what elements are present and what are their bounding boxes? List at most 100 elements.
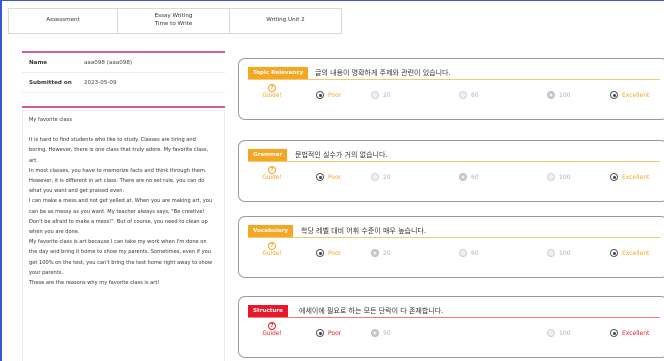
- radio-icon: [459, 249, 467, 257]
- option-label: Poor: [328, 173, 342, 181]
- criterion-card: Vocabulary 학당 레벨 대비 어휘 수준이 매우 높습니다.? Guide…: [238, 216, 664, 278]
- radio-icon: [610, 91, 618, 99]
- criterion-divider: [248, 237, 660, 238]
- option-excellent[interactable]: Excellent: [610, 248, 649, 258]
- option-label: Excellent: [622, 173, 650, 181]
- criterion-card: Grammar 문법적인 실수가 거의 없습니다.? Guide! Poor 20 60 1…: [238, 140, 664, 202]
- option-score-100[interactable]: 100: [547, 248, 570, 258]
- name-row: Name aaa098 (aaa098): [22, 53, 225, 73]
- option-poor[interactable]: Poor: [316, 90, 341, 100]
- guide-button[interactable]: ? Guide!: [259, 322, 285, 338]
- criterion-card: Structure 에세이에 필요로 하는 모든 단락이 다 존재합니다.? Gui…: [238, 296, 664, 358]
- option-score-60[interactable]: 60: [459, 90, 479, 100]
- guide-button[interactable]: ? Guide!: [259, 166, 285, 182]
- option-label: Excellent: [622, 91, 650, 99]
- question-icon: ?: [268, 84, 276, 92]
- criterion-divider: [248, 79, 660, 80]
- option-label: Poor: [328, 329, 342, 337]
- tab-writing-unit[interactable]: Writing Unit 2: [230, 9, 342, 33]
- option-excellent[interactable]: Excellent: [610, 328, 649, 338]
- option-score-20[interactable]: 20: [371, 172, 391, 182]
- option-label: 60: [471, 91, 479, 99]
- option-score-20[interactable]: 20: [371, 248, 391, 258]
- essay-line: boring. However, there is one class that…: [29, 147, 209, 154]
- guide-label: Guide!: [262, 175, 282, 181]
- option-label: 100: [559, 91, 571, 99]
- criterion-badge: Topic Relevancy: [248, 67, 309, 79]
- essay-line: I can make a mess and not get yelled at.…: [29, 198, 213, 205]
- name-value: aaa098 (aaa098): [84, 59, 133, 66]
- option-poor[interactable]: Poor: [316, 172, 341, 182]
- criterion-badge: Structure: [248, 305, 288, 317]
- guide-label: Guide!: [262, 331, 282, 337]
- essay-line: In most classes, you have to memorize fa…: [29, 167, 207, 174]
- option-score-20[interactable]: 20: [371, 90, 391, 100]
- essay-title: My favorite class: [29, 117, 72, 123]
- essay-line: My favorite class is art because I can t…: [29, 239, 207, 246]
- radio-icon: [316, 173, 324, 181]
- essay-line: the day and bring it home to show my par…: [29, 249, 211, 256]
- criterion-badge: Vocabulary: [248, 225, 294, 237]
- option-label: Excellent: [622, 329, 650, 337]
- option-label: Poor: [328, 249, 342, 257]
- tab-essay-writing[interactable]: Essay Writing Time to Write: [118, 9, 230, 33]
- option-label: 20: [383, 91, 391, 99]
- student-info-card: Name aaa098 (aaa098) Submitted on 2023-0…: [22, 51, 225, 108]
- option-label: 100: [559, 329, 571, 337]
- essay-text: My favorite class It is hard to find stu…: [22, 110, 225, 361]
- option-label: 50: [383, 329, 391, 337]
- essay-line: However, it is different in art class. T…: [29, 178, 205, 185]
- radio-icon: [459, 91, 467, 99]
- option-score-100[interactable]: 100: [547, 328, 570, 338]
- guide-label: Guide!: [262, 251, 282, 257]
- radio-icon: [371, 249, 379, 257]
- guide-label: Guide!: [262, 93, 282, 99]
- option-poor[interactable]: Poor: [316, 328, 341, 338]
- option-score-100[interactable]: 100: [547, 172, 570, 182]
- radio-icon: [610, 329, 618, 337]
- option-score-60[interactable]: 60: [459, 172, 479, 182]
- option-label: 60: [471, 249, 479, 257]
- radio-icon: [316, 329, 324, 337]
- essay-line: your parents.: [29, 269, 64, 276]
- criterion-description: 학당 레벨 대비 어휘 수준이 매우 높습니다.: [301, 227, 427, 235]
- criterion-card: Topic Relevancy 글의 내용이 명확하게 주제와 관련이 있습니다.…: [238, 58, 664, 120]
- radio-icon: [371, 173, 379, 181]
- essay-line: art.: [29, 157, 38, 164]
- essay-line: It is hard to find students who like to …: [29, 137, 196, 144]
- radio-icon: [316, 91, 324, 99]
- criterion-divider: [248, 317, 660, 318]
- radio-icon: [547, 329, 555, 337]
- option-label: Excellent: [622, 249, 650, 257]
- essay-line: what you want and get praised even.: [29, 188, 125, 195]
- radio-icon: [547, 91, 555, 99]
- option-label: 100: [559, 173, 571, 181]
- essay-line: These are the reasons why my favorite cl…: [29, 280, 160, 287]
- criterion-divider: [248, 161, 660, 162]
- option-label: 100: [559, 249, 571, 257]
- radio-icon: [547, 173, 555, 181]
- option-excellent[interactable]: Excellent: [610, 90, 649, 100]
- submitted-label: Submitted on: [29, 79, 72, 86]
- submitted-row: Submitted on 2023-05-09: [22, 73, 225, 93]
- option-label: 20: [383, 173, 391, 181]
- option-poor[interactable]: Poor: [316, 248, 341, 258]
- question-icon: ?: [268, 242, 276, 250]
- radio-icon: [610, 173, 618, 181]
- option-score-100[interactable]: 100: [547, 90, 570, 100]
- question-icon: ?: [268, 166, 276, 174]
- option-score-60[interactable]: 60: [459, 248, 479, 258]
- name-label: Name: [29, 59, 48, 66]
- tab-assessment[interactable]: Assessment: [8, 9, 118, 33]
- option-excellent[interactable]: Excellent: [610, 172, 649, 182]
- radio-icon: [371, 91, 379, 99]
- radio-icon: [371, 329, 379, 337]
- criterion-description: 글의 내용이 명확하게 주제와 관련이 있습니다.: [315, 69, 451, 77]
- essay-line: can be as messy as you want. My teacher …: [29, 208, 205, 215]
- breadcrumb-tabs: Assessment Essay Writing Time to Write Wr…: [8, 8, 342, 34]
- info-divider: [22, 106, 225, 108]
- option-score-50[interactable]: 50: [371, 328, 391, 338]
- guide-button[interactable]: ? Guide!: [259, 242, 285, 258]
- guide-button[interactable]: ? Guide!: [259, 84, 285, 100]
- radio-icon: [547, 249, 555, 257]
